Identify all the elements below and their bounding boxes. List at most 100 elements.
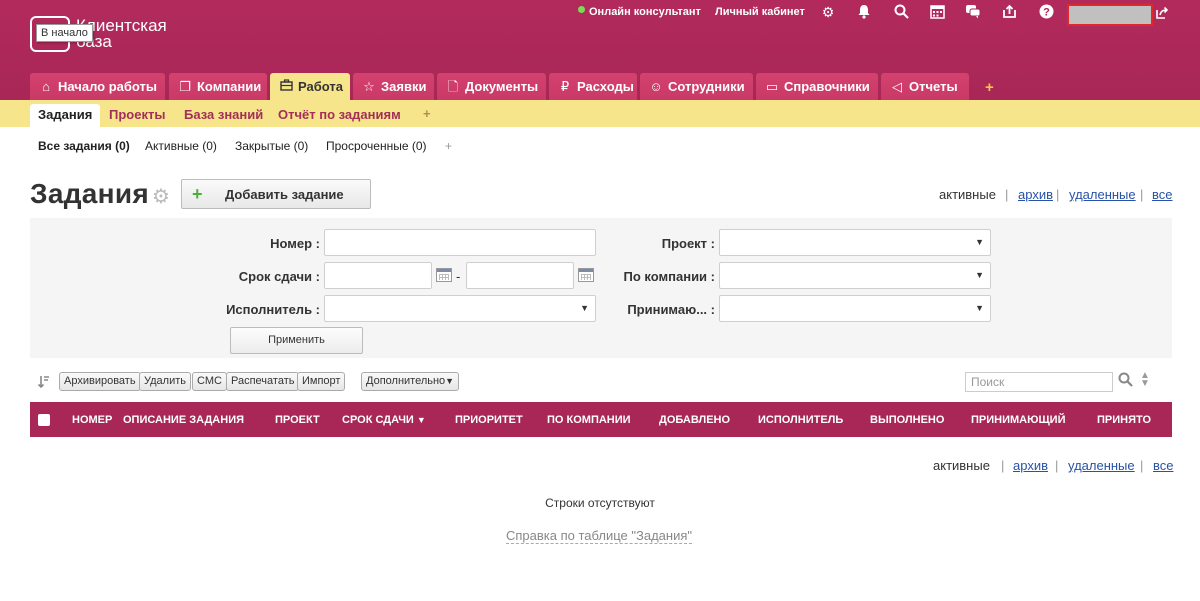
- view-archive-link[interactable]: архив: [1013, 458, 1048, 473]
- col-description[interactable]: ОПИСАНИЕ ЗАДАНИЯ: [123, 414, 244, 426]
- sort-arrows-icon[interactable]: [37, 375, 50, 392]
- search-input[interactable]: Поиск: [965, 372, 1113, 392]
- print-button[interactable]: Распечатать: [226, 372, 300, 391]
- add-filter-button[interactable]: +: [445, 139, 452, 153]
- add-subtab-button[interactable]: +: [423, 106, 431, 121]
- accepting-select[interactable]: ▼: [719, 295, 991, 322]
- col-added[interactable]: ДОБАВЛЕНО: [659, 414, 730, 426]
- empty-table-message: Строки отсутствуют: [545, 496, 655, 510]
- col-due-date[interactable]: СРОК СДАЧИ ▼: [342, 414, 426, 426]
- search-icon[interactable]: [893, 4, 909, 20]
- subtab-projects[interactable]: Проекты: [109, 107, 165, 122]
- import-button[interactable]: Импорт: [297, 372, 346, 391]
- separator: |: [1055, 458, 1059, 473]
- table-help-link[interactable]: Справка по таблице "Задания": [506, 528, 692, 544]
- star-icon: ☆: [363, 79, 375, 94]
- filter-closed[interactable]: Закрытые (0): [235, 139, 308, 153]
- project-select[interactable]: ▼: [719, 229, 991, 256]
- view-active[interactable]: активные: [939, 187, 996, 202]
- add-tab-button[interactable]: +: [985, 79, 994, 96]
- archive-button[interactable]: Архивировать: [59, 372, 141, 391]
- home-tooltip: В начало: [36, 24, 93, 42]
- sub-tabs-bar: Задания Проекты База знаний Отчёт по зад…: [0, 100, 1200, 127]
- view-deleted-link[interactable]: удаленные: [1068, 458, 1135, 473]
- add-task-label: Добавить задание: [225, 187, 344, 202]
- apply-button[interactable]: Применить: [230, 327, 363, 354]
- tab-directories[interactable]: ▭ Справочники: [756, 73, 878, 100]
- calendar-icon[interactable]: [929, 4, 945, 20]
- chevron-down-icon: ▼: [975, 237, 984, 247]
- tab-expenses[interactable]: ₽ Расходы: [549, 73, 637, 100]
- logout-icon[interactable]: [1155, 6, 1169, 23]
- share-icon[interactable]: [1001, 4, 1017, 20]
- chevron-down-icon: ▼: [975, 270, 984, 280]
- company-select[interactable]: ▼: [719, 262, 991, 289]
- tab-label: Работа: [298, 79, 343, 94]
- expand-collapse-icon[interactable]: ▲ ▼: [1140, 371, 1150, 389]
- view-all-link[interactable]: все: [1152, 187, 1173, 202]
- view-active[interactable]: активные: [933, 458, 990, 473]
- page-title: Задания: [30, 178, 150, 209]
- add-task-button[interactable]: + Добавить задание: [181, 179, 371, 209]
- megaphone-icon: ◁: [892, 79, 902, 94]
- sms-button[interactable]: СМС: [192, 372, 227, 391]
- number-input[interactable]: [324, 229, 596, 256]
- search-icon[interactable]: [1118, 372, 1133, 391]
- project-label: Проект :: [661, 236, 715, 251]
- delete-button[interactable]: Удалить: [139, 372, 191, 391]
- subtab-knowledge-base[interactable]: База знаний: [184, 107, 263, 122]
- view-archive-link[interactable]: архив: [1018, 187, 1053, 202]
- gear-icon[interactable]: ⚙: [820, 4, 836, 20]
- col-project[interactable]: ПРОЕКТ: [275, 414, 320, 426]
- due-date-from-input[interactable]: [324, 262, 432, 289]
- chat-icon[interactable]: [965, 4, 981, 20]
- view-deleted-link[interactable]: удаленные: [1069, 187, 1136, 202]
- online-consultant-link[interactable]: Онлайн консультант: [589, 6, 701, 18]
- col-priority[interactable]: ПРИОРИТЕТ: [455, 414, 523, 426]
- companies-icon: ❐: [179, 79, 191, 94]
- calendar-icon[interactable]: [436, 268, 452, 282]
- col-accepted[interactable]: ПРИНЯТО: [1097, 414, 1151, 426]
- select-all-checkbox[interactable]: [38, 414, 50, 426]
- tab-label: Начало работы: [58, 79, 157, 94]
- tab-start[interactable]: ⌂ Начало работы: [30, 73, 165, 100]
- user-name-redacted[interactable]: [1067, 4, 1153, 26]
- col-accepting[interactable]: ПРИНИМАЮЩИЙ: [971, 414, 1065, 426]
- company-label: По компании :: [623, 269, 715, 284]
- separator: |: [1140, 187, 1144, 202]
- col-number[interactable]: НОМЕР: [72, 414, 112, 426]
- view-all-link[interactable]: все: [1153, 458, 1174, 473]
- chevron-down-icon: ▼: [580, 303, 589, 313]
- chevron-down-icon: ▼: [445, 376, 455, 386]
- bell-icon[interactable]: [856, 4, 872, 20]
- separator: |: [1140, 458, 1144, 473]
- col-completed[interactable]: ВЫПОЛНЕНО: [870, 414, 944, 426]
- col-executor[interactable]: ИСПОЛНИТЕЛЬ: [758, 414, 843, 426]
- subtab-task-report[interactable]: Отчёт по заданиям: [278, 107, 401, 122]
- tab-companies[interactable]: ❐ Компании: [169, 73, 267, 100]
- calendar-icon[interactable]: [578, 268, 594, 282]
- briefcase-icon: [278, 73, 294, 100]
- tab-reports[interactable]: ◁ Отчеты: [881, 73, 969, 100]
- tab-label: Отчеты: [909, 79, 958, 94]
- executor-select[interactable]: ▼: [324, 295, 596, 322]
- tab-label: Расходы: [577, 79, 634, 94]
- tab-work[interactable]: Работа: [270, 73, 350, 101]
- col-company[interactable]: ПО КОМПАНИИ: [547, 414, 631, 426]
- more-label: Дополнительно: [366, 375, 446, 387]
- tab-label: Справочники: [784, 79, 870, 94]
- tab-requests[interactable]: ☆ Заявки: [353, 73, 434, 100]
- ruble-icon: ₽: [560, 79, 570, 94]
- filter-active[interactable]: Активные (0): [145, 139, 217, 153]
- tab-documents[interactable]: 🗋 Документы: [437, 73, 546, 100]
- due-date-to-input[interactable]: [466, 262, 574, 289]
- help-icon[interactable]: ?: [1038, 4, 1054, 20]
- tab-employees[interactable]: ☺ Сотрудники: [640, 73, 753, 100]
- more-dropdown[interactable]: Дополнительно▼: [361, 372, 460, 391]
- subtab-tasks[interactable]: Задания: [30, 104, 101, 127]
- filter-all[interactable]: Все задания (0): [38, 139, 130, 153]
- filter-overdue[interactable]: Просроченные (0): [326, 139, 427, 153]
- date-range-dash: -: [456, 269, 461, 284]
- settings-gear-icon[interactable]: ⚙: [152, 184, 170, 209]
- personal-cabinet-link[interactable]: Личный кабинет: [715, 6, 805, 18]
